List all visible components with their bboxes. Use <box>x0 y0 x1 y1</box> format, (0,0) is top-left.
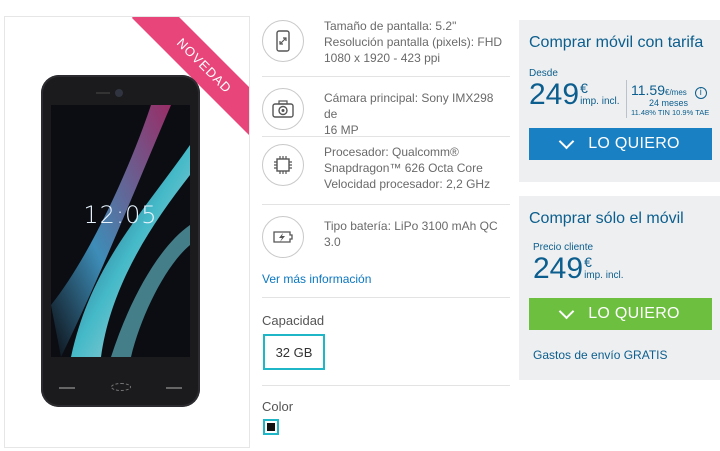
monthly-unit: €/mes <box>665 88 687 97</box>
tariff-price: 249 € imp. incl. <box>529 78 620 112</box>
chevron-down-icon <box>558 303 575 319</box>
camera-icon <box>262 88 304 130</box>
months-label: 24 meses <box>649 97 689 108</box>
tariff-tax-label: imp. incl. <box>580 96 620 107</box>
wallpaper-graphic <box>51 105 190 357</box>
divider <box>262 297 510 298</box>
more-info-link[interactable]: Ver más información <box>262 272 371 286</box>
buy-phone-only-button[interactable]: LO QUIERO <box>529 298 712 330</box>
product-image-panel: NOVEDAD 12:05 <box>4 16 250 448</box>
phone-back-key <box>59 387 75 389</box>
chevron-down-icon <box>558 133 575 149</box>
monthly-price-value: 11.59 <box>631 82 665 98</box>
buy-phone-only-button-label: LO QUIERO <box>588 305 680 322</box>
screen-size-icon <box>262 20 304 62</box>
phone-clock: 12:05 <box>83 201 158 229</box>
tariff-price-value: 249 <box>529 78 580 111</box>
capacity-label: Capacidad <box>262 313 325 328</box>
phone-only-tax-label: imp. incl. <box>584 270 624 281</box>
spec-screen-text: Tamaño de pantalla: 5.2" Resolución panta… <box>324 19 503 65</box>
capacity-option-32gb[interactable]: 32 GB <box>263 334 325 370</box>
color-option-black[interactable] <box>263 419 279 435</box>
info-icon[interactable]: i <box>694 86 707 99</box>
phone-only-currency: € <box>584 254 592 270</box>
processor-icon <box>262 144 304 186</box>
rates-label: 11.48% TIN 10.9% TAE <box>631 107 710 117</box>
buy-tariff-button[interactable]: LO QUIERO <box>529 128 712 160</box>
phone-only-price: 249 € imp. incl. <box>533 252 624 286</box>
phone-speaker <box>96 92 110 94</box>
spec-camera-text: Cámara principal: Sony IMX298 de 16 MP <box>324 91 494 137</box>
buy-with-tariff-box: Comprar móvil con tarifa Desde 249 € imp… <box>519 20 720 182</box>
phone-home-key <box>111 383 131 391</box>
phone-screen: 12:05 <box>51 105 190 357</box>
phone-camera <box>115 89 123 97</box>
tariff-currency: € <box>580 80 588 96</box>
phone-menu-key <box>166 387 182 389</box>
spec-processor-text: Procesador: Qualcomm® Snapdragon™ 626 Oct… <box>324 145 491 191</box>
divider <box>262 76 510 77</box>
divider <box>262 204 510 205</box>
monthly-price-block: 11.59 €/mes i 24 meses 11.48% TIN 10.9% … <box>631 82 715 117</box>
color-label: Color <box>262 399 294 414</box>
battery-icon <box>262 216 304 258</box>
free-shipping-text: Gastos de envío GRATIS <box>533 348 668 362</box>
spec-battery-text: Tipo batería: LiPo 3100 mAh QC 3.0 <box>324 219 498 249</box>
tariff-title: Comprar móvil con tarifa <box>529 34 704 51</box>
phone-only-price-value: 249 <box>533 252 584 285</box>
divider <box>262 136 510 137</box>
price-divider <box>626 80 627 118</box>
phone-only-title: Comprar sólo el móvil <box>529 210 684 227</box>
buy-tariff-button-label: LO QUIERO <box>588 135 680 152</box>
color-swatch-fill <box>267 423 275 431</box>
divider <box>262 385 510 386</box>
phone-image: 12:05 <box>41 75 200 407</box>
